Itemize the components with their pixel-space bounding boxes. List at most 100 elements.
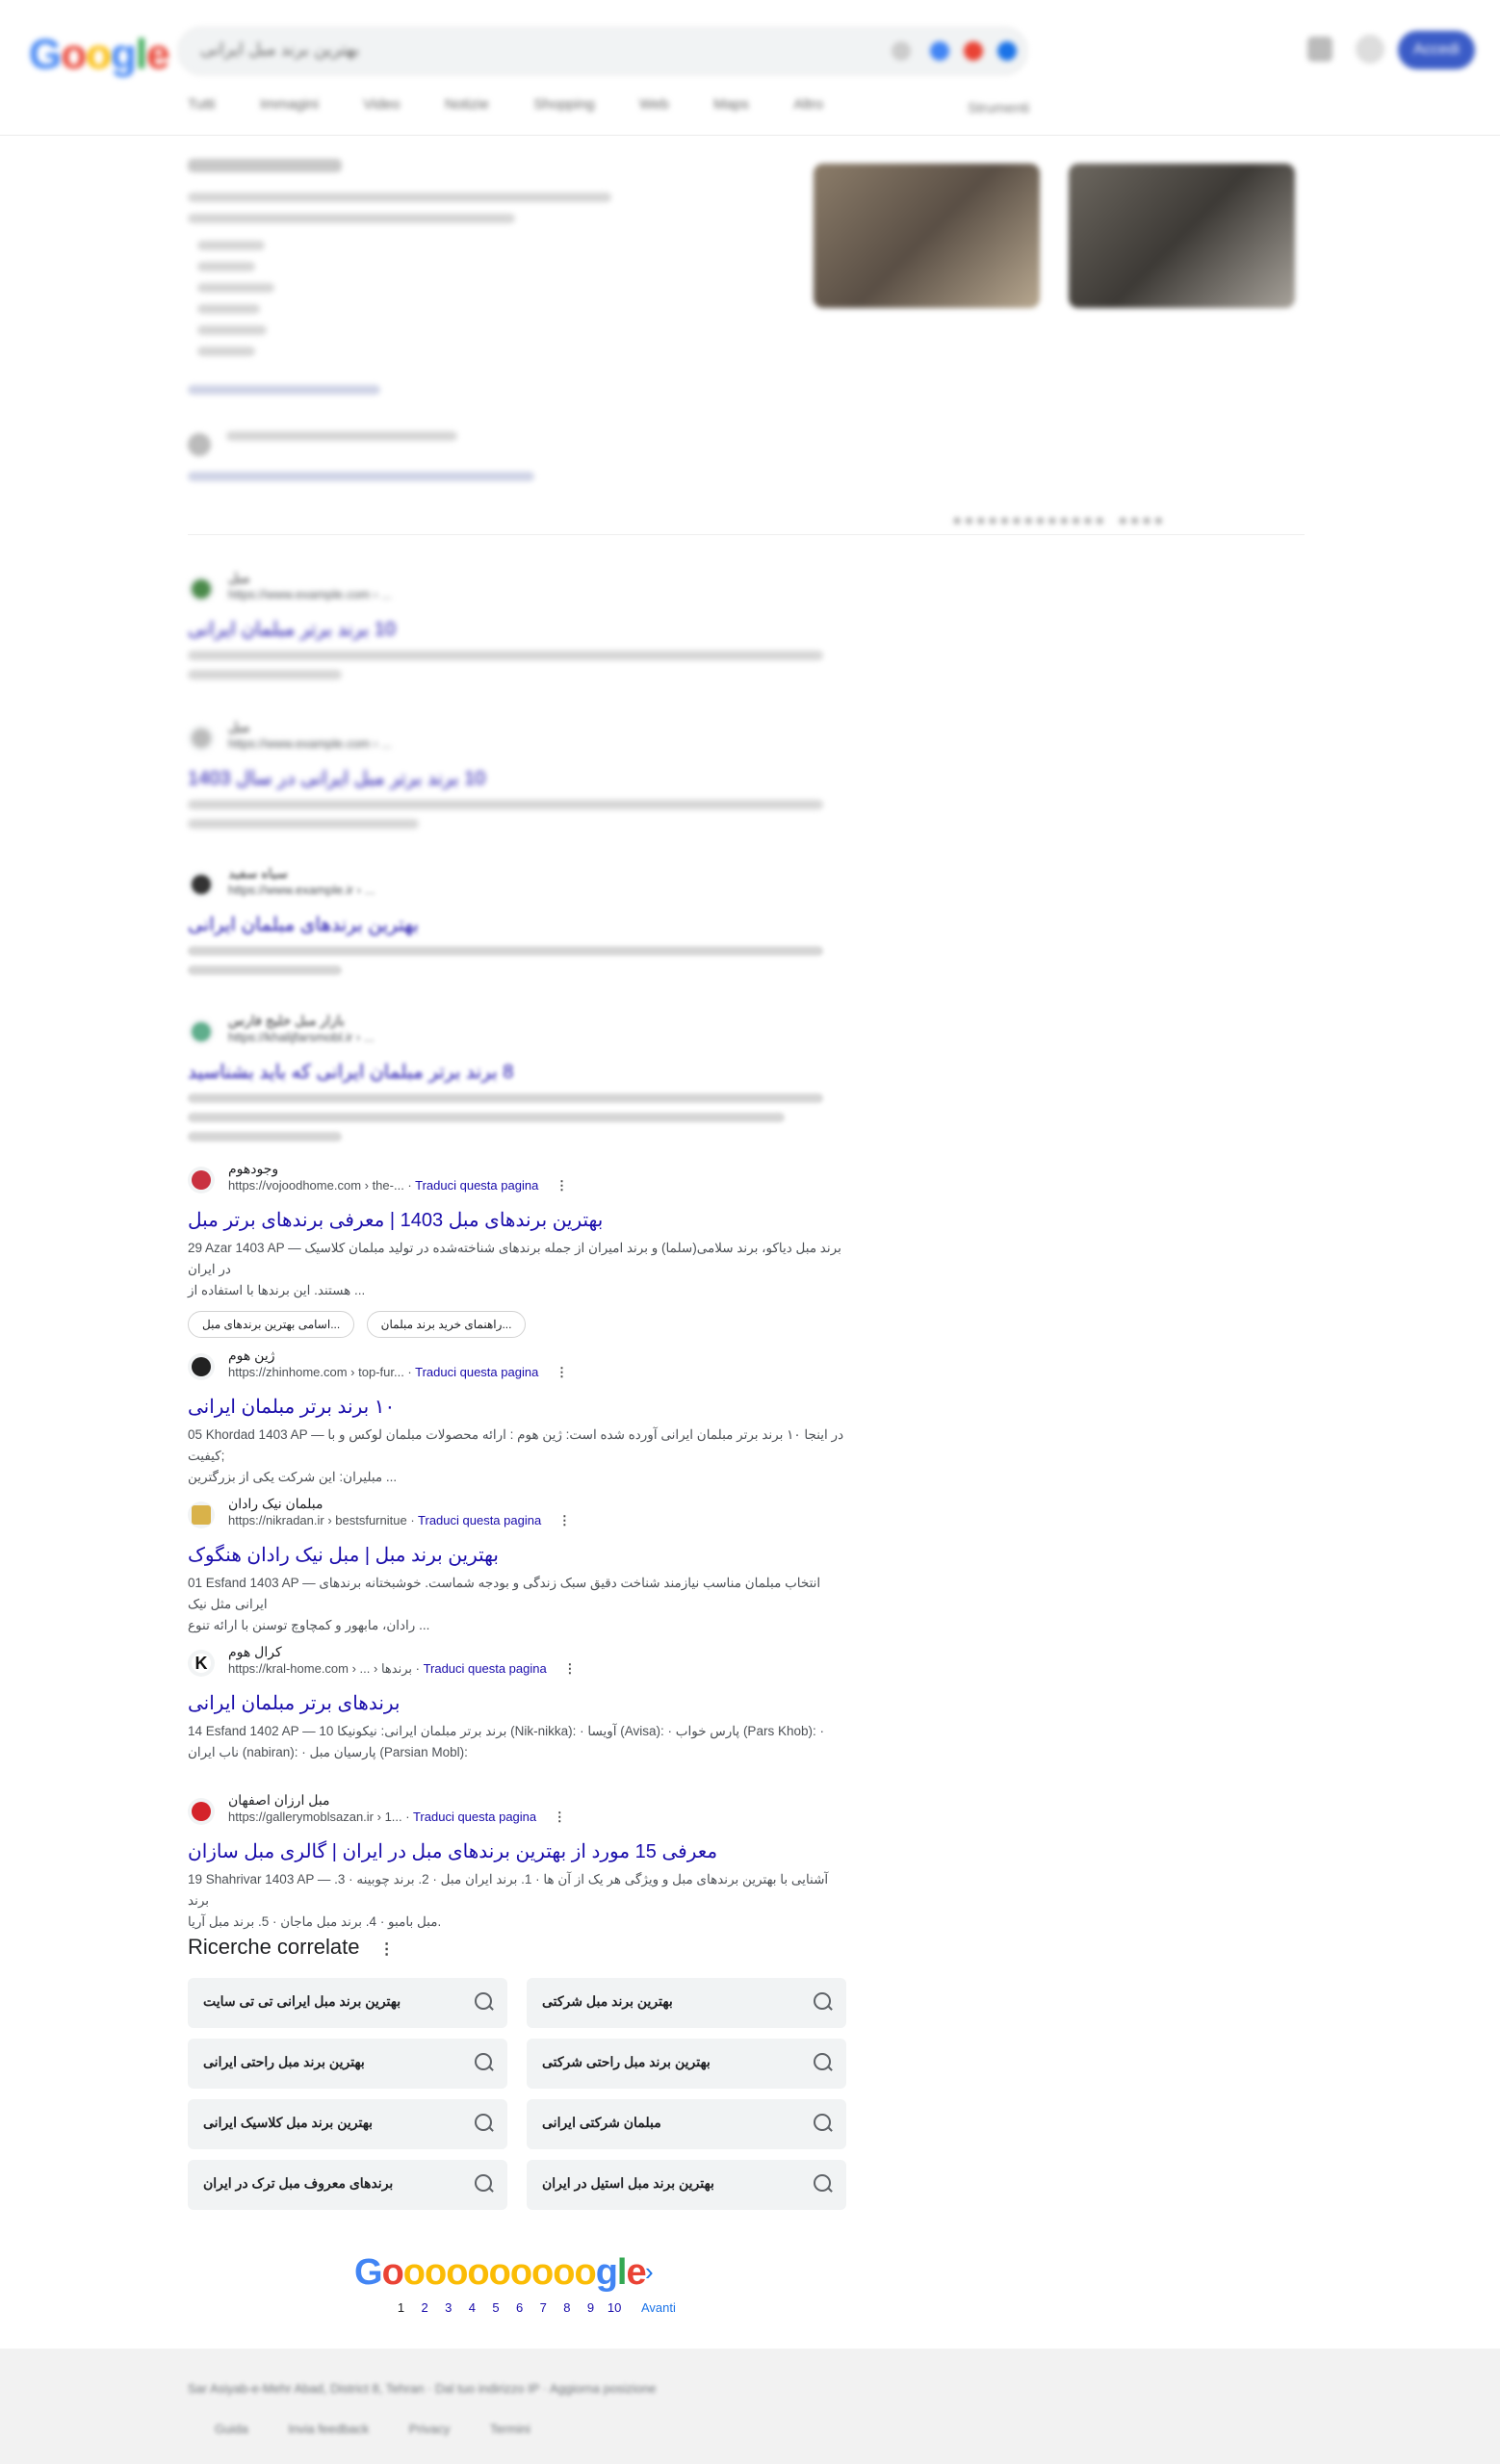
page-link[interactable]: 4: [462, 2300, 482, 2315]
related-search-label: بهترین برند مبل راحتی شرکتی: [542, 2054, 711, 2069]
translate-link[interactable]: Traduci questa pagina: [424, 1661, 547, 1676]
site-url[interactable]: https://khalijfarsmobl.ir › ...: [228, 1030, 375, 1044]
related-search-item[interactable]: مبلمان شرکتی ایرانی: [527, 2099, 846, 2149]
page-link[interactable]: 7: [533, 2300, 554, 2315]
translate-link[interactable]: Traduci questa pagina: [415, 1178, 538, 1193]
settings-icon[interactable]: [1356, 35, 1384, 64]
tab-web[interactable]: Web: [639, 96, 669, 113]
tab-shopping[interactable]: Shopping: [533, 96, 594, 113]
site-url[interactable]: https://www.example.ir › ...: [228, 883, 375, 897]
page-link[interactable]: 3: [438, 2300, 458, 2315]
site-name: مبلمان نیک رادان: [228, 1496, 323, 1511]
related-search-item[interactable]: بهترین برند مبل استیل در ایران: [527, 2160, 846, 2210]
overview-image[interactable]: [1069, 164, 1295, 308]
site-url[interactable]: https://zhinhome.com › top-fur...: [228, 1365, 404, 1379]
result-snippet: 19 Shahrivar 1403 AP — آشنایی با بهترین …: [188, 1869, 852, 1933]
tab-all[interactable]: Tutti: [188, 96, 216, 113]
site-name: سیاه سفید: [228, 865, 288, 881]
page-link[interactable]: 10: [605, 2300, 625, 2315]
footer-link-terms[interactable]: Termini: [490, 2422, 530, 2436]
more-options-icon[interactable]: ⋮: [556, 1178, 568, 1194]
result-title[interactable]: 8 برند برتر مبلمان ایرانی که باید بشناسی…: [188, 1059, 852, 1086]
search-result: مبل ارزان اصفهان https://gallerymoblsaza…: [188, 1790, 852, 1933]
site-url[interactable]: https://kral-home.com › ... › برندها: [228, 1661, 412, 1676]
page-link[interactable]: 9: [581, 2300, 601, 2315]
related-search-item[interactable]: برندهای معروف مبل ترک در ایران: [188, 2160, 507, 2210]
translate-link[interactable]: Traduci questa pagina: [413, 1810, 536, 1824]
google-logo[interactable]: Google: [29, 31, 170, 79]
page-link[interactable]: 2: [415, 2300, 435, 2315]
page-link[interactable]: 8: [556, 2300, 577, 2315]
page-link: 1: [397, 2300, 405, 2315]
tab-images[interactable]: Immagini: [260, 96, 319, 113]
search-result: مبلمان نیک رادان https://nikradan.ir › b…: [188, 1494, 852, 1636]
result-title[interactable]: 10 برند برتر مبل ایرانی در سال 1403: [188, 765, 852, 792]
site-url[interactable]: https://www.example.com › ...: [228, 736, 392, 751]
site-name: مبل: [228, 719, 250, 734]
footer-link-help[interactable]: Guida: [215, 2422, 248, 2436]
more-options-icon[interactable]: ⋮: [379, 1939, 395, 1959]
signin-button[interactable]: Accedi: [1398, 31, 1475, 69]
site-url[interactable]: https://gallerymoblsazan.ir › 1...: [228, 1810, 402, 1824]
overview-image[interactable]: [814, 164, 1040, 308]
site-url[interactable]: https://vojoodhome.com › the-...: [228, 1178, 404, 1193]
tab-maps[interactable]: Maps: [713, 96, 749, 113]
mic-icon[interactable]: [930, 41, 949, 61]
site-favicon: [188, 1353, 215, 1380]
page-footer: Sar Asiyab-e-Mehr Abad, District 8, Tehr…: [0, 2348, 1500, 2464]
site-favicon: K: [188, 1650, 215, 1677]
result-title[interactable]: بهترین برندهای مبل 1403 | معرفی برندهای …: [188, 1207, 852, 1234]
snippet-line: 05 Khordad 1403 AP — در اینجا ۱۰ برند بر…: [188, 1427, 844, 1463]
tab-more[interactable]: Altro: [793, 96, 823, 113]
sitelink-chip[interactable]: اسامی بهترین برندهای مبل...: [188, 1311, 355, 1338]
related-search-item[interactable]: بهترین برند مبل کلاسیک ایرانی: [188, 2099, 507, 2149]
apps-icon[interactable]: [1307, 37, 1332, 62]
site-url-row: https://gallerymoblsazan.ir › 1... · Tra…: [228, 1810, 566, 1825]
more-options-icon[interactable]: ⋮: [558, 1513, 571, 1528]
more-options-icon[interactable]: ⋮: [556, 1365, 568, 1380]
result-title[interactable]: معرفی 15 مورد از بهترین برندهای مبل در ا…: [188, 1838, 852, 1865]
translate-link[interactable]: Traduci questa pagina: [418, 1513, 541, 1527]
tools-button[interactable]: Strumenti: [968, 100, 1029, 116]
sitelink-chip[interactable]: راهنمای خرید برند مبلمان...: [366, 1311, 527, 1338]
search-header: Google بهترین برند مبل ایرانی Accedi Tut…: [0, 0, 1500, 136]
related-search-label: بهترین برند مبل کلاسیک ایرانی: [203, 2115, 374, 2130]
tab-video[interactable]: Video: [363, 96, 400, 113]
translate-link[interactable]: Traduci questa pagina: [415, 1365, 538, 1379]
site-url[interactable]: https://nikradan.ir › bestsfurnitue: [228, 1513, 407, 1527]
site-url-row: https://kral-home.com › ... › برندها · T…: [228, 1661, 577, 1677]
result-title[interactable]: برندهای برتر مبلمان ایرانی: [188, 1690, 852, 1717]
tab-news[interactable]: Notizie: [445, 96, 489, 113]
snippet-line: رادان، مابهور و کمچاوچ توسنن با ارائه تن…: [188, 1618, 430, 1632]
search-query: بهترین برند مبل ایرانی: [200, 39, 360, 59]
search-icon[interactable]: [997, 41, 1017, 61]
search-result: بازار مبل خلیج فارس https://khalijfarsmo…: [188, 1011, 852, 1142]
page-link[interactable]: 5: [486, 2300, 506, 2315]
related-search-item[interactable]: بهترین برند مبل راحتی ایرانی: [188, 2039, 507, 2089]
search-icon: [475, 1992, 492, 2010]
result-title[interactable]: ۱۰ برند برتر مبلمان ایرانی: [188, 1394, 852, 1421]
search-result: ژین هوم https://zhinhome.com › top-fur..…: [188, 1346, 852, 1488]
next-page-link[interactable]: Avanti: [641, 2300, 676, 2315]
site-name: کرال هوم: [228, 1644, 282, 1659]
site-url[interactable]: https://www.example.com › ...: [228, 587, 392, 602]
footer-link-feedback[interactable]: Invia feedback: [288, 2422, 369, 2436]
related-search-item[interactable]: بهترین برند مبل شرکتی: [527, 1978, 846, 2028]
more-options-icon[interactable]: ⋮: [563, 1661, 576, 1677]
camera-icon[interactable]: [964, 41, 983, 61]
related-title-text: Ricerche correlate: [188, 1935, 360, 1959]
clear-icon[interactable]: [892, 41, 911, 61]
page-numbers: 1 2 3 4 5 6 7 8 9 10: [391, 2300, 625, 2315]
related-search-item[interactable]: بهترین برند مبل راحتی شرکتی: [527, 2039, 846, 2089]
result-title[interactable]: بهترین برندهای مبلمان ایرانی: [188, 911, 852, 938]
result-title[interactable]: 10 برند برتر مبلمان ایرانی: [188, 616, 852, 643]
chevron-right-icon[interactable]: ›: [645, 2257, 654, 2287]
more-options-icon[interactable]: ⋮: [554, 1810, 566, 1825]
page-link[interactable]: 6: [509, 2300, 530, 2315]
site-favicon: [188, 1798, 215, 1825]
search-input[interactable]: بهترین برند مبل ایرانی: [178, 27, 1027, 75]
result-title[interactable]: بهترین برند مبل | مبل نیک رادان هنگوک: [188, 1542, 852, 1569]
footer-link-privacy[interactable]: Privacy: [409, 2422, 451, 2436]
related-search-item[interactable]: بهترین برند مبل ایرانی تی تی سایت: [188, 1978, 507, 2028]
search-result: مبل https://www.example.com › ... 10 برن…: [188, 717, 852, 829]
